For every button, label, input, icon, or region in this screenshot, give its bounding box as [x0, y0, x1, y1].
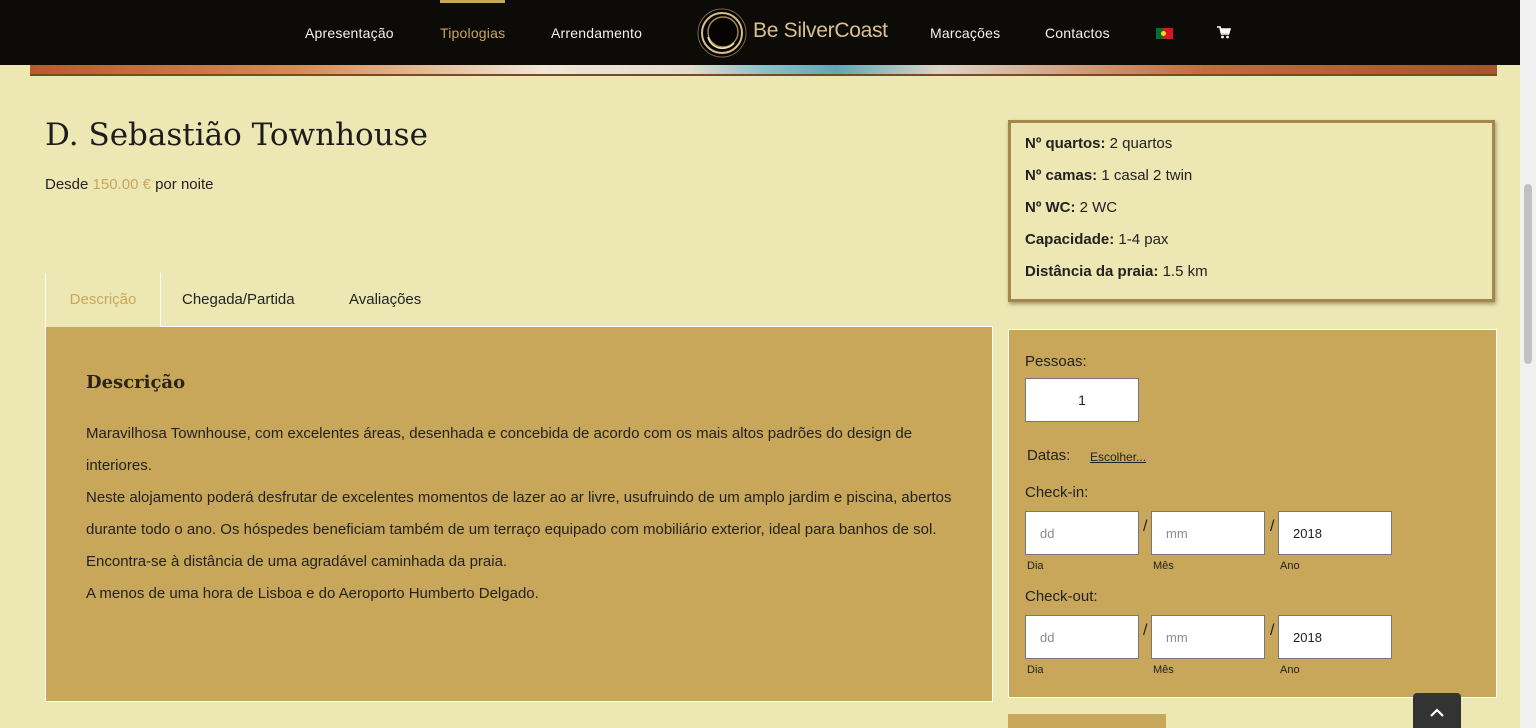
checkin-year-input[interactable]: 2018	[1278, 511, 1392, 555]
info-row-distancia: Distância da praia: 1.5 km	[1025, 263, 1208, 280]
date-separator: /	[1143, 518, 1148, 535]
checkout-day-input[interactable]: dd	[1025, 615, 1139, 659]
nav-marcacoes[interactable]: Marcações	[930, 0, 1000, 65]
chevron-up-icon	[1430, 708, 1444, 717]
persons-label: Pessoas:	[1025, 353, 1087, 370]
date-separator: /	[1270, 518, 1275, 535]
checkin-label: Check-in:	[1025, 484, 1089, 501]
checkin-day-input[interactable]: dd	[1025, 511, 1139, 555]
checkout-year-value: 2018	[1293, 629, 1322, 645]
info-row-wc: Nº WC: 2 WC	[1025, 199, 1117, 216]
info-row-capacidade: Capacidade: 1-4 pax	[1025, 231, 1168, 248]
description-paragraph: A menos de uma hora de Lisboa e do Aerop…	[86, 585, 539, 602]
dates-label: Datas:	[1027, 447, 1071, 464]
tab-avaliacoes[interactable]: Avaliações (0)	[349, 273, 421, 361]
checkin-month-placeholder: mm	[1166, 525, 1188, 541]
info-value: 1.5 km	[1162, 263, 1208, 280]
info-value: 2 quartos	[1109, 135, 1173, 152]
top-navigation: Apresentação Tipologias Arrendamento Be …	[0, 0, 1536, 65]
checkin-day-placeholder: dd	[1040, 525, 1055, 541]
year-sublabel: Ano	[1280, 560, 1300, 572]
info-value: 1-4 pax	[1118, 231, 1169, 248]
next-panel-edge	[1008, 714, 1166, 728]
checkout-month-input[interactable]: mm	[1151, 615, 1265, 659]
nav-contactos[interactable]: Contactos	[1045, 0, 1110, 65]
checkout-label: Check-out:	[1025, 588, 1098, 605]
info-label: Nº WC:	[1025, 199, 1076, 216]
description-heading: Descrição	[86, 372, 186, 393]
product-title: D. Sebastião Townhouse	[45, 117, 428, 153]
description-paragraph: Encontra-se à distância de uma agradável…	[86, 553, 508, 570]
portugal-flag-icon[interactable]	[1156, 28, 1173, 39]
logo-text: Be SilverCoast	[753, 19, 888, 42]
info-value: 2 WC	[1079, 199, 1118, 216]
nav-tipologias[interactable]: Tipologias	[440, 0, 506, 65]
property-info-box: Nº quartos: 2 quartos Nº camas: 1 casal …	[1008, 120, 1495, 302]
checkin-month-input[interactable]: mm	[1151, 511, 1265, 555]
persons-value: 1	[1078, 392, 1086, 408]
info-label: Nº camas:	[1025, 167, 1098, 184]
checkout-day-placeholder: dd	[1040, 629, 1055, 645]
description-text: Maravilhosa Townhouse, com excelentes ár…	[86, 418, 956, 610]
hero-image-strip	[30, 65, 1497, 76]
month-sublabel: Mês	[1153, 560, 1174, 572]
price-line: Desde 150.00 € por noite	[45, 176, 213, 193]
info-label: Nº quartos:	[1025, 135, 1106, 152]
month-sublabel: Mês	[1153, 664, 1174, 676]
day-sublabel: Dia	[1027, 560, 1044, 572]
info-label: Capacidade:	[1025, 231, 1115, 248]
nav-apresentacao[interactable]: Apresentação	[305, 0, 394, 65]
site-logo[interactable]: Be SilverCoast	[694, 5, 894, 60]
scroll-to-top-button[interactable]	[1413, 693, 1461, 728]
info-row-camas: Nº camas: 1 casal 2 twin	[1025, 167, 1192, 184]
logo-ring-icon	[697, 8, 747, 58]
description-paragraph: Neste alojamento poderá desfrutar de exc…	[86, 489, 952, 538]
description-panel: Descrição Maravilhosa Townhouse, com exc…	[45, 326, 993, 702]
scrollbar-thumb[interactable]	[1524, 184, 1532, 364]
shopping-cart-icon[interactable]	[1217, 26, 1231, 40]
year-sublabel: Ano	[1280, 664, 1300, 676]
nav-arrendamento[interactable]: Arrendamento	[551, 0, 642, 65]
persons-input[interactable]: 1	[1025, 378, 1139, 422]
checkin-year-value: 2018	[1293, 525, 1322, 541]
info-label: Distância da praia:	[1025, 263, 1159, 280]
price-suffix: por noite	[155, 176, 214, 193]
tab-descricao[interactable]: Descrição	[45, 273, 161, 327]
description-paragraph: Maravilhosa Townhouse, com excelentes ár…	[86, 425, 913, 474]
price-prefix: Desde	[45, 176, 89, 193]
day-sublabel: Dia	[1027, 664, 1044, 676]
info-row-quartos: Nº quartos: 2 quartos	[1025, 135, 1172, 152]
booking-form: Pessoas: 1 Datas: Escolher... Check-in: …	[1008, 329, 1497, 698]
date-separator: /	[1270, 622, 1275, 639]
page-scrollbar[interactable]	[1520, 0, 1536, 728]
price-value: 150.00 €	[92, 176, 151, 193]
choose-dates-link[interactable]: Escolher...	[1090, 450, 1146, 464]
tab-chegada-partida[interactable]: Chegada/Partida	[182, 273, 295, 327]
checkout-month-placeholder: mm	[1166, 629, 1188, 645]
checkout-year-input[interactable]: 2018	[1278, 615, 1392, 659]
info-value: 1 casal 2 twin	[1101, 167, 1193, 184]
date-separator: /	[1143, 622, 1148, 639]
